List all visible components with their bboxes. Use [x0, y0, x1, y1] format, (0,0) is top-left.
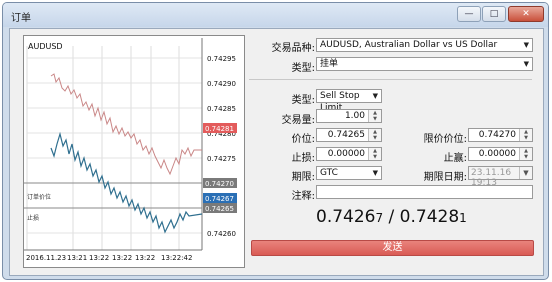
limit-price-field[interactable]: 0.74270 ▲ ▼ [468, 128, 533, 142]
stop-loss-field[interactable]: 0.00000 ▲ ▼ [316, 147, 382, 161]
price-tag-label: 0.74270 [205, 180, 234, 188]
minimize-button[interactable]: — [457, 6, 481, 22]
order-window: 订单 — □ ✕ AUDUSD 0.74295 0.74290 0.74285 0.7… [2, 2, 549, 280]
price-tag-label: 0.74281 [205, 125, 234, 133]
price-quote: 0.74267 / 0.74281 [316, 207, 467, 227]
price-label: 价位: [291, 134, 315, 145]
stop-loss-line-label: 止损 [27, 214, 39, 222]
price-value: 0.74265 [327, 130, 365, 140]
time-tick-label: 13:21 [67, 254, 87, 262]
expiry-value: GTC [320, 168, 338, 178]
tick-chart: AUDUSD 0.74295 0.74290 0.74285 0.74280 0.742… [23, 35, 245, 268]
price-field[interactable]: 0.74265 ▲ ▼ [316, 128, 382, 142]
ask-price: 0.74281 [399, 207, 467, 227]
maximize-button[interactable]: □ [482, 6, 506, 22]
chevron-down-icon: ▼ [372, 92, 378, 100]
title-bar: 订单 — □ ✕ [3, 3, 548, 27]
order-dialog-body: AUDUSD 0.74295 0.74290 0.74285 0.74280 0.742… [9, 28, 544, 276]
close-button[interactable]: ✕ [508, 6, 544, 22]
type-label: 类型: [291, 63, 315, 74]
time-tick-label: 2016.11.23 [26, 254, 66, 262]
expiry-select[interactable]: GTC ▼ [316, 166, 382, 180]
send-button[interactable]: 发送 [251, 240, 534, 256]
expiry-date-field[interactable]: 23.11.16 19:13 ▼ [468, 166, 533, 188]
limit-price-label: 限价价位: [423, 134, 467, 145]
type-value: 挂单 [320, 59, 339, 69]
price-tick-label: 0.74275 [207, 155, 236, 163]
symbol-label: 交易品种: [271, 43, 315, 54]
volume-label: 交易量: [281, 115, 315, 126]
chevron-down-icon: ▼ [372, 169, 378, 177]
chevron-down-icon: ▼ [523, 60, 529, 68]
type-select[interactable]: 挂单 ▼ [316, 57, 533, 71]
take-profit-value: 0.00000 [478, 149, 516, 159]
chevron-down-icon: ▼ [519, 167, 532, 179]
price-tick-label: 0.74295 [207, 55, 236, 63]
symbol-value: AUDUSD, Australian Dollar vs US Dollar [320, 40, 498, 50]
comment-field[interactable] [316, 185, 533, 199]
tick-chart-svg: AUDUSD 0.742950.742900.742850.742800.742… [24, 38, 237, 262]
volume-field[interactable]: 1.00 ▲ ▼ [316, 109, 382, 123]
expiry-label: 期限: [291, 172, 315, 183]
spin-arrows-icon[interactable]: ▲ ▼ [368, 110, 381, 122]
price-tick-label: 0.74285 [207, 105, 236, 113]
chart-symbol: AUDUSD [28, 42, 63, 51]
stop-loss-value: 0.00000 [327, 149, 365, 159]
take-profit-label: 止赢: [443, 153, 467, 164]
price-tick-label: 0.74290 [207, 80, 236, 88]
price-tag-label: 0.74265 [205, 205, 234, 213]
spin-arrows-icon[interactable]: ▲ ▼ [519, 148, 532, 160]
divider [249, 79, 532, 80]
spin-arrows-icon[interactable]: ▲ ▼ [368, 129, 381, 141]
quote-separator: / [383, 207, 400, 227]
stop-loss-label: 止损: [291, 153, 315, 164]
comment-label: 注释: [291, 191, 315, 202]
time-tick-label: 13:22 [89, 254, 109, 262]
expiry-date-label: 期限日期: [423, 172, 467, 183]
limit-price-value: 0.74270 [478, 130, 516, 140]
chart-grid [24, 38, 203, 251]
spin-arrows-icon[interactable]: ▲ ▼ [519, 129, 532, 141]
price-tag-label: 0.74267 [205, 195, 234, 203]
chart-lines [24, 73, 203, 234]
order-line-label: 订单价位 [27, 193, 51, 201]
take-profit-field[interactable]: 0.00000 ▲ ▼ [468, 147, 533, 161]
bid-price: 0.74267 [316, 207, 384, 227]
order-type-label: 类型: [291, 95, 315, 106]
time-axis: 2016.11.23 13:21 13:22 13:22 13:22 13:22:42 [26, 254, 192, 262]
time-tick-label: 13:22:42 [161, 254, 192, 262]
price-tick-label: 0.74260 [207, 230, 236, 238]
chevron-down-icon: ▼ [523, 41, 529, 49]
symbol-select[interactable]: AUDUSD, Australian Dollar vs US Dollar ▼ [316, 38, 533, 52]
time-tick-label: 13:22 [135, 254, 155, 262]
window-title: 订单 [11, 13, 31, 24]
volume-value: 1.00 [344, 111, 365, 121]
spin-arrows-icon[interactable]: ▲ ▼ [368, 148, 381, 160]
time-tick-label: 13:22 [112, 254, 132, 262]
order-type-select[interactable]: Sell Stop Limit ▼ [316, 89, 382, 113]
